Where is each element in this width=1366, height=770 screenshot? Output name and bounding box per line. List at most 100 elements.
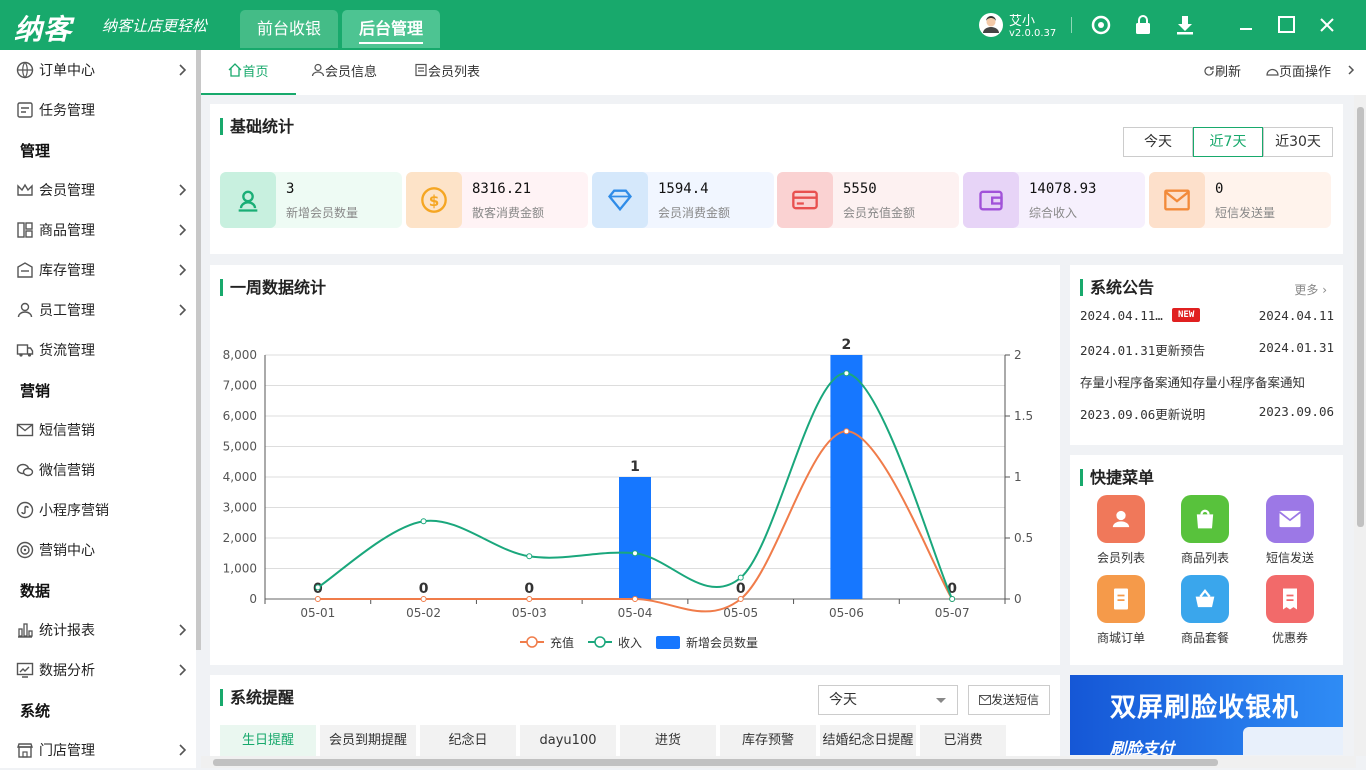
sidebar-item-1[interactable]: 任务管理 xyxy=(0,90,196,130)
stat-label: 综合收入 xyxy=(1029,206,1078,220)
series-point[interactable] xyxy=(632,550,638,557)
quick-shopping-bag[interactable]: 商品列表 xyxy=(1170,495,1240,566)
stat-icon-box xyxy=(963,172,1019,228)
series-point[interactable] xyxy=(737,574,744,581)
close-icon[interactable] xyxy=(1316,14,1338,36)
series-point[interactable] xyxy=(843,370,850,377)
sidebar-item-15[interactable]: 数据分析 xyxy=(0,650,196,690)
bar-05-06[interactable] xyxy=(830,355,863,599)
notice-title: 系统公告 xyxy=(1080,279,1154,296)
quick-member-list[interactable]: 会员列表 xyxy=(1086,495,1156,566)
reminder-tab-1[interactable]: 会员到期提醒 xyxy=(320,725,416,756)
sidebar-scrollbar[interactable] xyxy=(196,50,201,650)
sidebar-item-0[interactable]: 订单中心 xyxy=(0,50,196,90)
svg-text:$: $ xyxy=(429,192,440,210)
series-point[interactable] xyxy=(526,553,533,560)
tab-home[interactable]: 首页 xyxy=(201,50,296,95)
notice-more-link[interactable]: 更多 › xyxy=(1294,281,1327,298)
reminder-tab-0[interactable]: 生日提醒 xyxy=(220,725,316,756)
sidebar-item-11[interactable]: 小程序营销 xyxy=(0,490,196,530)
quick-menu-title: 快捷菜单 xyxy=(1080,469,1154,486)
download-icon[interactable] xyxy=(1174,14,1196,36)
reminder-tab-5[interactable]: 库存预警 xyxy=(720,725,816,756)
series-point[interactable] xyxy=(632,596,638,602)
minimize-icon[interactable] xyxy=(1235,14,1257,36)
legend-label[interactable]: 新增会员数量 xyxy=(686,635,758,650)
legend-label[interactable]: 收入 xyxy=(618,636,642,650)
stat-card-3[interactable]: 5550 会员充值金额 xyxy=(777,172,959,228)
refresh-button[interactable]: 刷新 xyxy=(1203,50,1241,95)
reminder-tab-7[interactable]: 已消费 xyxy=(920,725,1006,756)
series-point[interactable] xyxy=(314,584,321,591)
series-point[interactable] xyxy=(420,596,427,602)
notice-item[interactable]: 2024.04.11… NEW 2024.04.11 xyxy=(1080,308,1334,323)
page-operations-button[interactable]: 页面操作 xyxy=(1266,50,1331,95)
store-icon xyxy=(17,743,33,758)
reminder-tab-4[interactable]: 进货 xyxy=(620,725,716,756)
stat-card-4[interactable]: 14078.93 综合收入 xyxy=(963,172,1145,228)
sidebar-item-9[interactable]: 短信营销 xyxy=(0,410,196,450)
maximize-icon[interactable] xyxy=(1276,14,1298,36)
range-today-button[interactable]: 今天 xyxy=(1123,127,1193,157)
bar-05-04[interactable] xyxy=(619,477,651,599)
series-point[interactable] xyxy=(314,596,321,602)
stat-card-5[interactable]: 0 短信发送量 xyxy=(1149,172,1331,228)
sidebar-item-10[interactable]: 微信营销 xyxy=(0,450,196,490)
stat-icon-box xyxy=(1149,172,1205,228)
vertical-scroll-thumb[interactable] xyxy=(1357,107,1364,527)
banner-subtitle: 刷脸支付 xyxy=(1110,739,1175,755)
promo-banner[interactable]: 双屏刷脸收银机 刷脸支付 xyxy=(1070,675,1343,755)
notice-item[interactable]: 存量小程序备案通知存量小程序备案通知 xyxy=(1080,372,1334,391)
sidebar-item-3[interactable]: 会员管理 xyxy=(0,170,196,210)
lock-icon[interactable] xyxy=(1132,14,1154,36)
sidebar-item-7[interactable]: 货流管理 xyxy=(0,330,196,370)
quick-basket[interactable]: 商品套餐 xyxy=(1170,575,1240,646)
legend-marker xyxy=(526,636,538,648)
stat-card-0[interactable]: 3 新增会员数量 xyxy=(220,172,402,228)
horizontal-scrollbar[interactable] xyxy=(201,756,1356,768)
tab-backend-management[interactable]: 后台管理 xyxy=(342,10,440,48)
sidebar-item-label: 货流管理 xyxy=(39,343,95,359)
quick-sms[interactable]: 短信发送 xyxy=(1255,495,1325,566)
reminder-tab-3[interactable]: dayu100 xyxy=(520,725,616,756)
horizontal-scroll-thumb[interactable] xyxy=(213,759,1218,766)
reminder-date-select[interactable]: 今天 xyxy=(818,685,958,715)
quick-order[interactable]: 商城订单 xyxy=(1086,575,1156,646)
tab-member-info[interactable]: 会员信息 xyxy=(311,50,377,95)
range-7days-button[interactable]: 近7天 xyxy=(1193,127,1263,157)
notice-item[interactable]: 2023.09.06更新说明 2023.09.06 xyxy=(1080,404,1334,423)
tabs-scroll-right-icon[interactable] xyxy=(1346,50,1356,95)
reminder-title: 系统提醒 xyxy=(220,689,294,706)
stat-card-2[interactable]: 1594.4 会员消费金额 xyxy=(592,172,774,228)
sidebar-item-17[interactable]: 门店管理 xyxy=(0,730,196,770)
series-point[interactable] xyxy=(420,518,427,525)
tab-member-list[interactable]: 会员列表 xyxy=(414,50,480,95)
series-point[interactable] xyxy=(737,596,744,602)
tab-front-cashier[interactable]: 前台收银 xyxy=(240,10,338,48)
series-point[interactable] xyxy=(843,428,850,435)
sidebar-item-4[interactable]: 商品管理 xyxy=(0,210,196,250)
stat-card-1[interactable]: $8316.21 散客消费金额 xyxy=(406,172,588,228)
shopping-bag-icon xyxy=(1196,509,1214,529)
legend-label[interactable]: 充值 xyxy=(550,635,574,650)
banner-title: 双屏刷脸收银机 xyxy=(1110,693,1300,723)
sidebar-item-label: 微信营销 xyxy=(39,463,95,479)
y-left-tick: 0 xyxy=(249,592,257,606)
range-30days-button[interactable]: 近30天 xyxy=(1263,127,1333,157)
send-sms-button[interactable]: 发送短信 xyxy=(968,685,1050,715)
order-icon xyxy=(1114,588,1128,610)
envelope-icon xyxy=(1164,189,1190,211)
refresh-icon[interactable] xyxy=(1090,14,1112,36)
sidebar-item-6[interactable]: 员工管理 xyxy=(0,290,196,330)
sidebar-item-14[interactable]: 统计报表 xyxy=(0,610,196,650)
notice-item[interactable]: 2024.01.31更新预告 2024.01.31 xyxy=(1080,340,1334,359)
reminder-tab-6[interactable]: 结婚纪念日提醒 xyxy=(820,725,916,756)
reminder-tab-2[interactable]: 纪念日 xyxy=(420,725,516,756)
vertical-scrollbar[interactable] xyxy=(1354,95,1366,756)
sidebar-item-12[interactable]: 营销中心 xyxy=(0,530,196,570)
series-point[interactable] xyxy=(949,596,956,602)
quick-coupon[interactable]: 优惠券 xyxy=(1255,575,1325,646)
sidebar-item-5[interactable]: 库存管理 xyxy=(0,250,196,290)
y-right-tick: 1 xyxy=(1014,470,1022,484)
series-point[interactable] xyxy=(526,596,533,602)
